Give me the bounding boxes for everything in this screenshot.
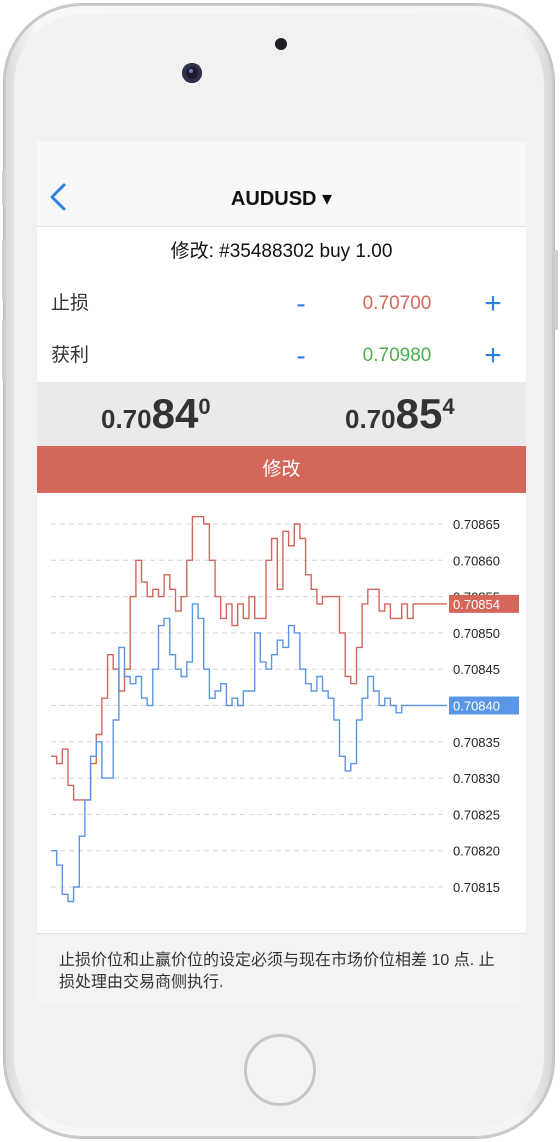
footer-note: 止损价位和止赢价位的设定必须与现在市场价位相差 10 点. 止损处理由交易商侧执…: [37, 933, 526, 1005]
stop-loss-minus-button[interactable]: -: [291, 279, 311, 329]
take-profit-plus-button[interactable]: +: [479, 331, 507, 381]
y-tick-label: 0.70815: [453, 880, 500, 895]
ask-big-digits: 85: [395, 390, 443, 437]
bid-quote[interactable]: 0.70840: [101, 390, 211, 438]
ask-superscript: 4: [442, 394, 455, 419]
bid-big-digits: 84: [151, 390, 199, 437]
bid-prefix: 0.70: [101, 404, 152, 434]
y-tick-label: 0.70820: [453, 844, 500, 859]
quotes-bar: 0.70840 0.70854: [37, 382, 526, 446]
y-tick-label: 0.70845: [453, 662, 500, 677]
ask-price-line: [51, 516, 447, 801]
modify-button[interactable]: 修改: [37, 446, 526, 493]
y-tick-label: 0.70835: [453, 735, 500, 750]
bid-superscript: 0: [198, 394, 211, 419]
stop-loss-row: 止损 - 0.70700 +: [37, 279, 526, 332]
stop-loss-value[interactable]: 0.70700: [337, 279, 457, 329]
bid-price-tag-label: 0.70840: [453, 699, 500, 714]
ask-price-tag-label: 0.70854: [453, 597, 500, 612]
mute-switch: [2, 170, 6, 206]
y-tick-label: 0.70825: [453, 807, 500, 822]
take-profit-minus-button[interactable]: -: [291, 331, 311, 381]
home-button[interactable]: [244, 1034, 316, 1106]
take-profit-value[interactable]: 0.70980: [337, 331, 457, 381]
power-button: [554, 250, 558, 330]
ask-prefix: 0.70: [345, 404, 396, 434]
y-tick-label: 0.70830: [453, 771, 500, 786]
stop-loss-plus-button[interactable]: +: [479, 279, 507, 329]
volume-up-button: [2, 240, 6, 300]
y-tick-label: 0.70860: [453, 553, 500, 568]
stop-loss-label: 止损: [51, 293, 90, 314]
order-info: 修改: #35488302 buy 1.00: [37, 227, 526, 280]
navigation-bar: AUDUSD ▾: [37, 142, 526, 227]
volume-down-button: [2, 320, 6, 380]
take-profit-label: 获利: [51, 345, 90, 366]
bid-price-line: [51, 603, 447, 903]
y-tick-label: 0.70850: [453, 626, 500, 641]
app-screen: AUDUSD ▾ 修改: #35488302 buy 1.00 止损 - 0.7…: [37, 142, 526, 1005]
symbol-selector[interactable]: AUDUSD ▾: [37, 186, 526, 211]
camera-icon: [182, 63, 202, 83]
price-chart: 0.708650.708600.708550.708500.708450.708…: [37, 493, 526, 933]
take-profit-row: 获利 - 0.70980 +: [37, 331, 526, 384]
y-tick-label: 0.70865: [453, 517, 500, 532]
ask-quote[interactable]: 0.70854: [345, 390, 455, 438]
speaker-icon: [275, 38, 287, 50]
price-chart-svg: 0.708650.708600.708550.708500.708450.708…: [51, 516, 519, 903]
